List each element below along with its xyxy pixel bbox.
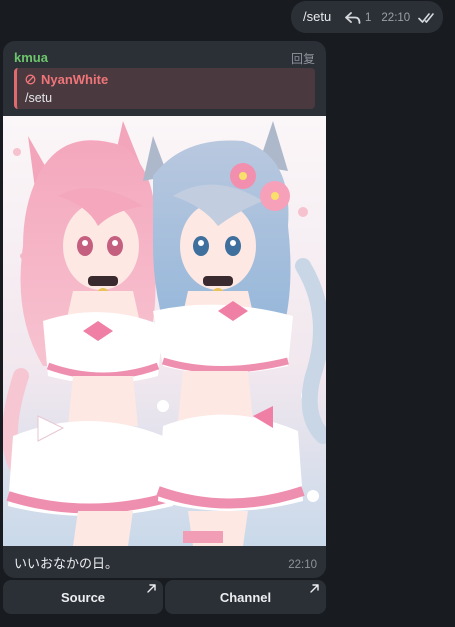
sender-name[interactable]: kmua <box>14 50 48 65</box>
reply-button[interactable]: 回复 <box>291 50 315 67</box>
reply-arrow-icon[interactable] <box>345 11 361 25</box>
double-check-icon <box>418 13 434 23</box>
illustration-two-catgirls <box>3 116 326 546</box>
channel-button-label: Channel <box>219 589 272 605</box>
outgoing-time: 22:10 <box>381 12 411 24</box>
quote-author: NyanWhite <box>25 72 108 87</box>
quote-text: /setu <box>25 91 53 105</box>
quote-author-name: NyanWhite <box>41 72 109 87</box>
external-arrow-icon <box>310 584 319 593</box>
reply-quote[interactable]: NyanWhite /setu <box>14 68 315 109</box>
source-button-label: Source <box>60 589 106 605</box>
source-button[interactable]: Source <box>3 580 163 614</box>
channel-button[interactable]: Channel <box>165 580 326 614</box>
incoming-message[interactable]: kmua 回复 NyanWhite /setu いいおなかの日。 22:10 <box>3 41 326 578</box>
message-caption: いいおなかの日。 <box>14 557 119 572</box>
external-arrow-icon <box>147 584 156 593</box>
incoming-time: 22:10 <box>288 559 317 571</box>
outgoing-message-meta: 1 22:10 <box>345 11 436 25</box>
outgoing-message[interactable]: /setu 1 22:10 <box>291 1 443 33</box>
outgoing-message-text: /setu <box>303 9 332 24</box>
message-image[interactable] <box>3 116 326 546</box>
chat-view: /setu 1 22:10 kmua 回复 NyanWhite /setu いい… <box>0 0 455 627</box>
reply-count: 1 <box>365 12 372 24</box>
blocked-circle-icon <box>25 74 36 85</box>
